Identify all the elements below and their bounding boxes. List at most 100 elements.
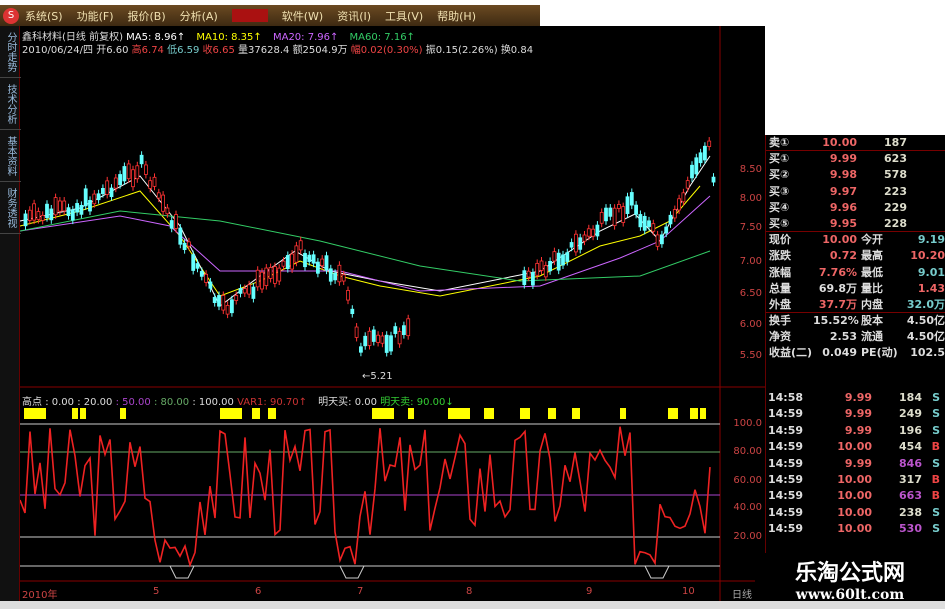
trade-volume: 663 xyxy=(899,489,922,503)
menu-function[interactable]: 功能(F) xyxy=(77,8,114,24)
trade-price: 10.00 xyxy=(837,522,872,536)
candle-body xyxy=(225,305,230,315)
candle-body xyxy=(690,164,694,179)
close: 收6.65 xyxy=(202,45,235,56)
candle-body xyxy=(556,252,561,271)
tab-intraday[interactable]: 分时走势 xyxy=(0,26,21,78)
trade-price: 10.00 xyxy=(837,472,872,486)
menu-software[interactable]: 软件(W) xyxy=(282,8,323,24)
menu-bar: S 系统(S) 功能(F) 报价(B) 分析(A) 软件(W) 资讯(I) 工具… xyxy=(0,5,540,26)
candle-body xyxy=(234,295,239,301)
bid-label: 买③ xyxy=(769,184,790,198)
indicator-buy: 明天买: 0.00 xyxy=(318,397,377,408)
candle-body xyxy=(522,270,527,285)
candle-body xyxy=(655,234,660,247)
trade-side: S xyxy=(932,456,940,470)
candle-body xyxy=(608,207,613,217)
trade-time: 14:59 xyxy=(768,472,804,486)
high: 高6.74 xyxy=(131,45,164,56)
tab-technical[interactable]: 技术分析 xyxy=(0,78,21,130)
fund-label: 收益(二) xyxy=(769,346,813,360)
candle-body xyxy=(238,288,243,294)
stat-value: 7.76% xyxy=(818,265,857,279)
stat-value: 9.01 xyxy=(917,265,945,279)
signal-block xyxy=(120,408,126,419)
stat-row: 现价 10.00 今开 9.19 xyxy=(766,232,945,248)
bid-row: 买④ 9.96 229 xyxy=(766,200,945,216)
menu-tools[interactable]: 工具(V) xyxy=(385,8,423,24)
menu-system[interactable]: 系统(S) xyxy=(25,8,63,24)
candle-body xyxy=(647,220,651,227)
trades-list[interactable]: 14:58 9.99 184 S 14:59 9.99 249 S 14:59 9.99 196 S 1… xyxy=(765,390,945,560)
candle-body xyxy=(346,290,350,301)
menu-analysis[interactable]: 分析(A) xyxy=(180,8,218,24)
candle-body xyxy=(294,245,299,263)
candle-body xyxy=(707,140,712,147)
fund-label: PE(动) xyxy=(861,346,898,360)
menu-highlight[interactable] xyxy=(231,9,268,22)
x-tick: 6 xyxy=(255,586,262,597)
trade-row: 14:59 9.99 846 S xyxy=(766,456,945,472)
candle-body xyxy=(62,200,67,212)
candle-body xyxy=(199,271,204,277)
candle-body xyxy=(315,261,320,274)
trade-row: 14:58 9.99 184 S xyxy=(766,390,945,406)
candle-body xyxy=(165,207,170,215)
period-label[interactable]: 日线 xyxy=(732,586,752,601)
candle-body xyxy=(285,255,290,270)
menu-quote[interactable]: 报价(B) xyxy=(128,8,166,24)
x-tick: 5 xyxy=(153,586,160,597)
candle-body xyxy=(629,192,634,206)
low-marker: ←5.21 xyxy=(362,371,393,382)
candle-body xyxy=(144,164,148,175)
ind-tick: 60.00 xyxy=(733,475,762,486)
fund-value: 2.53 xyxy=(829,330,857,344)
bid-row: 买⑤ 9.95 228 xyxy=(766,216,945,233)
candle-body xyxy=(685,180,690,189)
chart-canvas xyxy=(19,26,765,601)
trade-volume: 454 xyxy=(899,440,922,454)
indicator-v4: : 80.00 xyxy=(153,397,190,408)
chart-area[interactable] xyxy=(19,26,765,601)
trade-volume: 530 xyxy=(899,522,922,536)
trade-row: 14:59 10.00 454 B xyxy=(766,439,945,455)
trade-price: 9.99 xyxy=(844,391,872,404)
quote-panel: 卖① 10.00 187 买① 9.99 623 买② 9.98 578 买③ 9.97 223 买④ 9… xyxy=(765,135,945,390)
trade-time: 14:59 xyxy=(768,407,804,421)
bid-label: 买⑤ xyxy=(769,216,790,230)
trade-price: 10.00 xyxy=(837,505,872,519)
candle-body xyxy=(582,234,587,242)
bid-price: 9.99 xyxy=(829,152,857,166)
stat-value: 10.20 xyxy=(910,249,945,263)
fund-row: 换手 15.52% 股本 4.50亿 xyxy=(766,313,945,329)
candle-body xyxy=(337,264,342,283)
trade-time: 14:59 xyxy=(768,456,804,470)
candle-body xyxy=(23,213,28,227)
fund-label: 流通 xyxy=(861,330,883,344)
trade-volume: 196 xyxy=(899,423,922,437)
candle-body xyxy=(53,197,58,216)
candle-body xyxy=(530,272,535,286)
tab-financial[interactable]: 财务透视 xyxy=(0,182,21,234)
candle-body xyxy=(703,145,707,161)
tab-fundamentals[interactable]: 基本资料 xyxy=(0,130,21,182)
menu-info[interactable]: 资讯(I) xyxy=(337,8,371,24)
candle-body xyxy=(358,346,363,353)
candle-body xyxy=(638,214,643,228)
stat-value: 1.43 xyxy=(917,281,945,295)
signal-block xyxy=(72,408,78,419)
trade-volume: 317 xyxy=(899,472,922,486)
candle-body xyxy=(561,254,565,266)
menu-help[interactable]: 帮助(H) xyxy=(437,8,476,24)
price-tick: 8.00 xyxy=(739,193,762,204)
trade-volume: 238 xyxy=(899,505,922,519)
candle-body xyxy=(617,203,621,209)
bid-price: 9.96 xyxy=(829,200,857,214)
indicator-name: 高点 xyxy=(22,397,42,408)
stat-label: 涨跌 xyxy=(769,249,791,263)
candle-body xyxy=(113,177,118,189)
candle-body xyxy=(277,267,282,282)
candle-body xyxy=(36,211,41,220)
trough-marker xyxy=(339,565,365,579)
stat-value: 0.72 xyxy=(829,249,857,263)
